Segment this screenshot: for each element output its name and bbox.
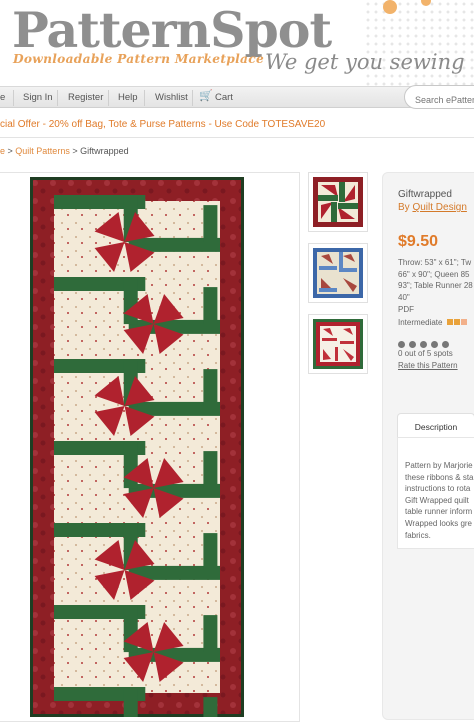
promo-banner[interactable]: cial Offer - 20% off Bag, Tote & Purse P… xyxy=(0,119,325,130)
product-format: PDF xyxy=(398,305,414,314)
quilt-ribbon xyxy=(203,615,218,652)
nav-item-register[interactable]: Register xyxy=(68,92,103,103)
size-line: 93"; Table Runner 28 xyxy=(398,281,473,290)
nav-separator xyxy=(144,90,145,106)
breadcrumb: e > Quilt Patterns > Giftwrapped xyxy=(0,146,129,156)
description-line: Wrapped looks gre xyxy=(405,518,472,528)
product-price: $9.50 xyxy=(398,233,439,250)
description-line: table runner inform xyxy=(405,507,473,517)
breadcrumb-current: Giftwrapped xyxy=(80,146,129,156)
size-line: 40" xyxy=(398,292,410,302)
nav-separator xyxy=(108,90,109,106)
level-indicator-square xyxy=(447,319,453,325)
description-text: Pattern by Marjorie these ribbons & sta … xyxy=(405,460,474,541)
breadcrumb-home[interactable]: e xyxy=(0,146,5,156)
sun-decoration-icon xyxy=(383,0,397,14)
nav-separator xyxy=(13,90,14,106)
tab-description[interactable]: Description xyxy=(397,413,474,437)
product-sizes: Throw: 53" x 61"; Tw 66" x 90"; Queen 85… xyxy=(398,257,474,303)
size-line: 66" x 90"; Queen 85 xyxy=(398,269,470,279)
description-line: these ribbons & sta xyxy=(405,472,474,482)
site-header: PatternSpot Downloadable Pattern Marketp… xyxy=(0,0,474,86)
thumbnail-red-green-image xyxy=(313,177,363,227)
quilt-ribbon xyxy=(203,369,218,406)
site-tagline: Downloadable Pattern Marketplace xyxy=(13,52,265,66)
rating-dot[interactable] xyxy=(442,341,449,348)
breadcrumb-separator: > xyxy=(72,146,81,156)
rate-pattern-link[interactable]: Rate this Pattern xyxy=(398,361,458,370)
quilt-ribbon xyxy=(123,689,138,717)
description-line: instructions to rota xyxy=(405,484,471,494)
level-indicator-square xyxy=(461,319,467,325)
rating-dot[interactable] xyxy=(398,341,405,348)
description-line: fabrics. xyxy=(405,530,431,540)
nav-item-home[interactable]: e xyxy=(0,92,5,103)
product-designer: By Quilt Design xyxy=(398,202,467,213)
nav-item-wishlist[interactable]: Wishlist xyxy=(155,92,188,103)
nav-separator xyxy=(192,90,193,106)
quilt-ribbon xyxy=(203,287,218,324)
top-nav: e Sign In Register Help Wishlist 🛒 Cart xyxy=(0,85,474,109)
designer-link[interactable]: Quilt Design xyxy=(412,202,466,213)
main-pattern-image[interactable] xyxy=(30,177,244,717)
description-line: Gift Wrapped quilt xyxy=(405,495,469,505)
description-line: Pattern by Marjorie xyxy=(405,461,473,470)
thumbnail-2[interactable] xyxy=(308,243,368,303)
nav-item-sign-in[interactable]: Sign In xyxy=(23,92,53,103)
nav-item-cart[interactable]: Cart xyxy=(215,92,233,103)
divider xyxy=(0,137,474,138)
cart-icon[interactable]: 🛒 xyxy=(199,90,213,102)
nav-item-help[interactable]: Help xyxy=(118,92,138,103)
quilt-ribbon xyxy=(203,697,218,717)
quilt-ribbon xyxy=(203,205,218,242)
thumbnail-3[interactable] xyxy=(308,314,368,374)
size-line: Throw: 53" x 61"; Tw xyxy=(398,258,472,267)
breadcrumb-quilt-patterns[interactable]: Quilt Patterns xyxy=(15,146,70,156)
thumbnail-1[interactable] xyxy=(308,172,368,232)
search-input[interactable] xyxy=(404,85,474,109)
quilt-ribbon xyxy=(203,533,218,570)
rating-dot[interactable] xyxy=(420,341,427,348)
rating-dot[interactable] xyxy=(409,341,416,348)
rating-dot[interactable] xyxy=(431,341,438,348)
thumbnail-blue-image xyxy=(313,248,363,298)
rating-summary: 0 out of 5 spots xyxy=(398,349,453,358)
description-panel: Pattern by Marjorie these ribbons & sta … xyxy=(397,437,474,549)
product-info-panel: Giftwrapped By Quilt Design $9.50 Throw:… xyxy=(382,172,474,720)
level-indicator-square xyxy=(454,319,460,325)
by-label: By xyxy=(398,202,410,213)
product-level: Intermediate xyxy=(398,318,443,327)
quilt-ribbon xyxy=(203,451,218,488)
product-title: Giftwrapped xyxy=(398,189,452,200)
nav-separator xyxy=(57,90,58,106)
site-slogan: We get you sewing xyxy=(265,50,465,74)
thumbnail-red-white-image xyxy=(313,319,363,369)
